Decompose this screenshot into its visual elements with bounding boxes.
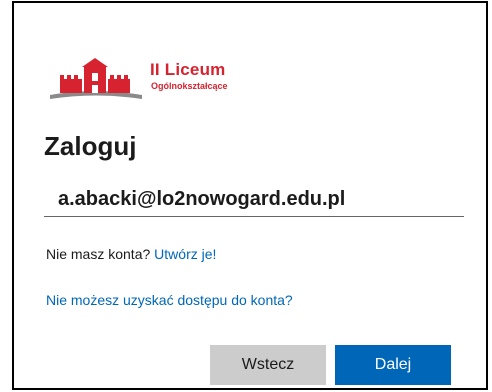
signin-dialog: II Liceum Ogólnokształcące Zaloguj a.aba…	[12, 1, 488, 390]
no-account-row: Nie masz konta? Utwórz je!	[46, 246, 216, 262]
next-button[interactable]: Dalej	[335, 345, 451, 385]
email-value: a.abacki@lo2nowogard.edu.pl	[58, 188, 346, 210]
cant-access-link[interactable]: Nie możesz uzyskać dostępu do konta?	[46, 292, 293, 308]
page-title: Zaloguj	[44, 131, 137, 161]
logo-name: II Liceum	[150, 60, 226, 79]
create-account-link[interactable]: Utwórz je!	[154, 246, 216, 262]
back-button[interactable]: Wstecz	[210, 345, 326, 385]
email-field[interactable]: a.abacki@lo2nowogard.edu.pl	[44, 183, 464, 217]
castle-logo-icon	[50, 58, 142, 99]
school-logo: II Liceum Ogólnokształcące	[46, 55, 246, 105]
logo-subtitle: Ogólnokształcące	[151, 81, 228, 91]
no-account-text: Nie masz konta?	[46, 246, 151, 262]
